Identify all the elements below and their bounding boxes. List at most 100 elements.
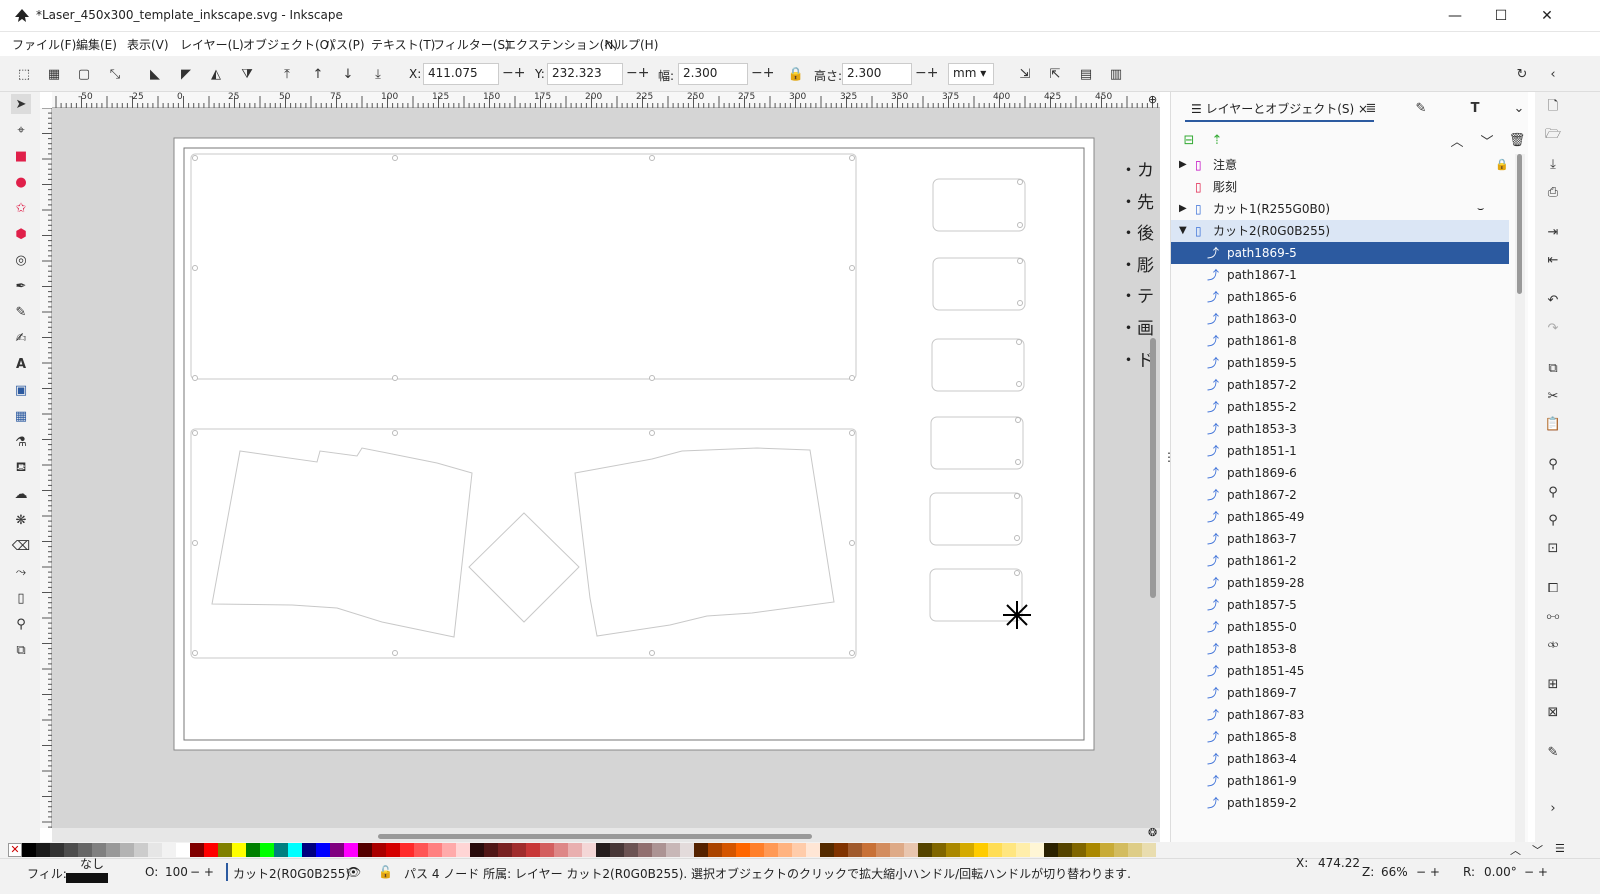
- selector-tool-icon[interactable]: ➤: [11, 94, 31, 114]
- horizontal-scrollbar-thumb[interactable]: [378, 834, 812, 839]
- color-swatch[interactable]: [50, 843, 64, 857]
- x-input[interactable]: 411.075: [423, 63, 499, 85]
- move-up-icon[interactable]: ︿: [1447, 130, 1467, 150]
- unlink-clone-icon[interactable]: ⧞: [1543, 634, 1563, 654]
- fill-stroke-tab-icon[interactable]: ✎: [1411, 98, 1431, 118]
- color-swatch[interactable]: [610, 843, 624, 857]
- palette-menu-icon[interactable]: ☰: [1555, 842, 1565, 855]
- object-row[interactable]: ⤴ path1855-0: [1171, 616, 1509, 638]
- visibility-icon[interactable]: 👁: [346, 865, 361, 879]
- object-row[interactable]: ⤴ path1861-2: [1171, 550, 1509, 572]
- layer-row[interactable]: ▯ 彫刻: [1171, 176, 1509, 198]
- export-icon[interactable]: ⇤: [1543, 250, 1563, 270]
- fill-stroke-icon[interactable]: ✎: [1543, 742, 1563, 762]
- flip-vertical-icon[interactable]: ⧩: [237, 64, 257, 84]
- panel-scrollbar[interactable]: [1515, 154, 1525, 842]
- color-swatch[interactable]: [904, 843, 918, 857]
- color-swatch[interactable]: [288, 843, 302, 857]
- color-swatch[interactable]: [862, 843, 876, 857]
- align-tab-icon[interactable]: ≣: [1361, 98, 1381, 118]
- import-icon[interactable]: ⇥: [1543, 222, 1563, 242]
- transform-icon[interactable]: ⤡: [105, 64, 125, 84]
- add-layer-icon[interactable]: ⊟: [1179, 130, 1199, 150]
- object-row[interactable]: ⤴ path1857-2: [1171, 374, 1509, 396]
- color-swatch[interactable]: [736, 843, 750, 857]
- color-swatch[interactable]: [372, 843, 386, 857]
- layer-row[interactable]: ▼ ▯ カット2(R0G0B255): [1171, 220, 1509, 242]
- menu-text[interactable]: テキスト(T): [371, 36, 435, 54]
- pencil-tool-icon[interactable]: ✎: [11, 302, 31, 322]
- color-swatch[interactable]: [316, 843, 330, 857]
- color-swatch[interactable]: [974, 843, 988, 857]
- object-row[interactable]: ⤴ path1853-3: [1171, 418, 1509, 440]
- object-row[interactable]: ⤴ path1869-7: [1171, 682, 1509, 704]
- object-row[interactable]: ⤴ path1861-8: [1171, 330, 1509, 352]
- object-row[interactable]: ⤴ path1853-8: [1171, 638, 1509, 660]
- color-swatch[interactable]: [750, 843, 764, 857]
- rotation-stepper[interactable]: − +: [1524, 865, 1548, 879]
- menu-layer[interactable]: レイヤー(L): [180, 36, 244, 54]
- object-row[interactable]: ⤴ path1867-83: [1171, 704, 1509, 726]
- connector-tool-icon[interactable]: ⤳: [11, 562, 31, 582]
- color-swatch[interactable]: [344, 843, 358, 857]
- box3d-tool-icon[interactable]: ⬢: [11, 224, 31, 244]
- copy-icon[interactable]: ⧉: [1543, 358, 1563, 378]
- cut-icon[interactable]: ✂: [1543, 386, 1563, 406]
- color-swatch[interactable]: [708, 843, 722, 857]
- mesh-tool-icon[interactable]: ▦: [11, 406, 31, 426]
- object-row[interactable]: ⤴ path1851-45: [1171, 660, 1509, 682]
- color-swatch[interactable]: [106, 843, 120, 857]
- color-swatch[interactable]: [540, 843, 554, 857]
- color-swatch[interactable]: [1030, 843, 1044, 857]
- zoom-corner-icon[interactable]: ⊕: [1148, 93, 1162, 107]
- color-swatch[interactable]: [1016, 843, 1030, 857]
- lock-icon[interactable]: 🔒: [1495, 154, 1509, 176]
- rotation-value[interactable]: 0.00°: [1484, 865, 1517, 879]
- tweak-tool-icon[interactable]: ☁: [11, 484, 31, 504]
- zoom-drawing-icon[interactable]: ⚲: [1543, 482, 1563, 502]
- color-swatch[interactable]: [120, 843, 134, 857]
- layer-row[interactable]: ▶ ▯ カット1(R255G0B0) ⌣: [1171, 198, 1509, 220]
- color-swatch[interactable]: [358, 843, 372, 857]
- open-icon[interactable]: 🗁: [1543, 126, 1563, 146]
- canvas[interactable]: ・カ ・先 ・後 ・彫 ・テ ・画 ・ド: [52, 108, 1160, 828]
- ellipse-tool-icon[interactable]: ●: [11, 172, 31, 192]
- color-swatch[interactable]: [484, 843, 498, 857]
- horizontal-scrollbar-track[interactable]: [52, 828, 1160, 842]
- zoom-tool-icon[interactable]: ⚲: [11, 614, 31, 634]
- raise-to-top-icon[interactable]: ⤒: [277, 64, 297, 84]
- undo-icon[interactable]: ↶: [1543, 290, 1563, 310]
- text-tool-icon[interactable]: A: [11, 354, 31, 374]
- color-swatch[interactable]: [890, 843, 904, 857]
- color-swatch[interactable]: [1058, 843, 1072, 857]
- fill-value[interactable]: なし: [80, 855, 104, 872]
- color-swatch[interactable]: [848, 843, 862, 857]
- zoom-width-icon[interactable]: ⊡: [1543, 538, 1563, 558]
- maximize-button[interactable]: ☐: [1478, 0, 1524, 32]
- rotate-canvas-icon[interactable]: ↻: [1512, 64, 1532, 84]
- new-document-icon[interactable]: 🗋: [1543, 98, 1563, 118]
- chevron-right-icon[interactable]: ▶: [1179, 154, 1187, 176]
- lower-icon[interactable]: ↓: [338, 64, 358, 84]
- x-stepper[interactable]: −+: [502, 65, 525, 81]
- rectangle-tool-icon[interactable]: ■: [11, 146, 31, 166]
- pen-tool-icon[interactable]: ✒: [11, 276, 31, 296]
- color-swatch[interactable]: [64, 843, 78, 857]
- text-tab-icon[interactable]: T: [1465, 98, 1485, 118]
- pages-tool-icon[interactable]: ▯: [11, 588, 31, 608]
- object-row[interactable]: ⤴ path1859-28: [1171, 572, 1509, 594]
- delete-icon[interactable]: 🗑: [1507, 130, 1527, 150]
- color-swatch[interactable]: [946, 843, 960, 857]
- paint-bucket-tool-icon[interactable]: ⛾: [11, 458, 31, 478]
- duplicate-icon[interactable]: ⧠: [1543, 578, 1563, 598]
- object-row[interactable]: ⤴ path1865-8: [1171, 726, 1509, 748]
- spiral-tool-icon[interactable]: ◎: [11, 250, 31, 270]
- color-swatch[interactable]: [498, 843, 512, 857]
- color-swatch[interactable]: [666, 843, 680, 857]
- height-stepper[interactable]: −+: [915, 65, 938, 81]
- object-row[interactable]: ⤴ path1851-1: [1171, 440, 1509, 462]
- width-input[interactable]: 2.300: [678, 63, 748, 85]
- minimize-button[interactable]: —: [1432, 0, 1478, 32]
- ungroup-icon[interactable]: ⊠: [1543, 702, 1563, 722]
- color-swatch[interactable]: [1114, 843, 1128, 857]
